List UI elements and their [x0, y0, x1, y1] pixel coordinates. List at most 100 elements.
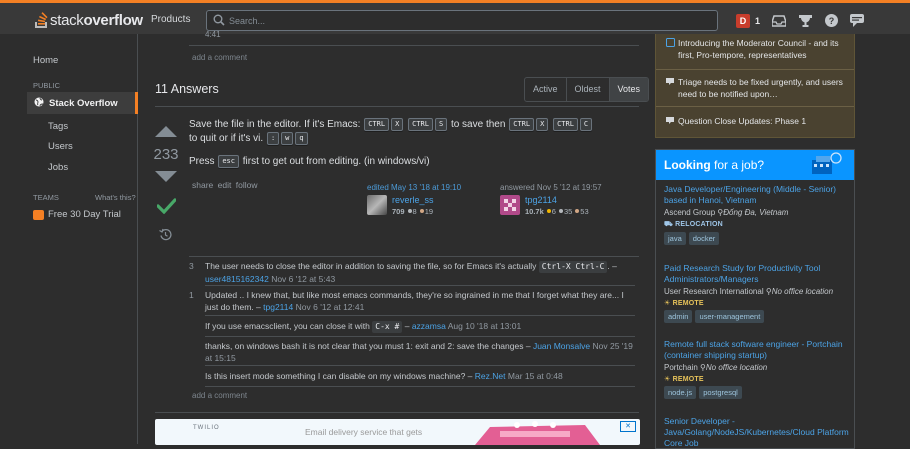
nav-stack-overflow[interactable]: Stack Overflow: [27, 92, 138, 114]
job-listing[interactable]: Java Developer/Engineering (Middle - Sen…: [664, 184, 849, 245]
comment-body: Updated .. I knew that, but like most em…: [205, 289, 635, 313]
kbd-key: w: [281, 132, 294, 145]
inbox-icon[interactable]: [772, 14, 787, 28]
job-company: Ascend Group ⚲Đống Đa, Vietnam: [664, 208, 849, 217]
divider: [189, 45, 639, 46]
job-tag[interactable]: java: [664, 232, 686, 245]
edit-link[interactable]: edit: [218, 180, 232, 190]
job-tag[interactable]: node.js: [664, 386, 697, 399]
site-logo[interactable]: stackoverflow: [34, 9, 143, 31]
divider: [205, 386, 635, 387]
products-menu[interactable]: Products: [143, 7, 198, 33]
meta-post-item[interactable]: Question Close Updates: Phase 1: [666, 115, 848, 128]
share-link[interactable]: share: [192, 180, 213, 190]
editor-name[interactable]: reverle_ss: [392, 195, 434, 205]
comment-date[interactable]: Mar 15 at 0:48: [508, 371, 563, 381]
comment-date[interactable]: Aug 10 '18 at 13:01: [448, 321, 521, 331]
search-input[interactable]: [229, 14, 709, 28]
user-reputation[interactable]: 1: [755, 16, 760, 26]
logo-text: stackoverflow: [50, 12, 143, 29]
site-switcher-icon[interactable]: [850, 14, 865, 28]
nav-free-trial[interactable]: Free 30 Day Trial: [33, 209, 121, 220]
meta-se-icon: [666, 77, 678, 100]
silver-badge-icon: [407, 209, 412, 213]
job-listing[interactable]: Paid Research Study for Productivity Too…: [664, 263, 849, 323]
answers-count-heading: 11 Answers: [155, 82, 219, 96]
comment-separator: –: [402, 321, 410, 331]
ad-text: Email delivery service that gets: [305, 427, 423, 437]
comment-text: The user needs to close the editor in ad…: [205, 261, 537, 271]
job-tags: admin user-management: [664, 310, 849, 323]
kbd-key: C: [579, 118, 593, 131]
nav-teams-heading: TEAMS: [33, 193, 59, 202]
briefcase-icon: [33, 209, 44, 220]
job-title[interactable]: Remote full stack software engineer - Po…: [664, 339, 849, 361]
user-avatar[interactable]: D: [736, 13, 750, 28]
nav-tags[interactable]: Tags: [48, 121, 68, 132]
job-listing[interactable]: Remote full stack software engineer - Po…: [664, 339, 849, 399]
job-company-name: Ascend Group: [664, 208, 716, 217]
gold-badge-icon: [546, 209, 551, 213]
answer-body-line3: Press esc first to get out from editing.…: [189, 155, 430, 169]
advertisement-banner[interactable]: TWILIO Email delivery service that gets …: [155, 419, 640, 445]
job-perk: ☀ REMOTE: [664, 375, 849, 383]
nav-stack-overflow-label: Stack Overflow: [49, 97, 118, 109]
follow-link[interactable]: follow: [236, 180, 258, 190]
job-tag[interactable]: docker: [688, 232, 720, 245]
author-name[interactable]: tpg2114: [525, 195, 589, 205]
kbd-key: X: [536, 118, 549, 131]
job-perk: ⛟ RELOCATION: [664, 220, 849, 229]
teams-whats-this-link[interactable]: What's this?: [95, 193, 136, 202]
meta-post-item[interactable]: Triage needs to be fixed urgently, and u…: [666, 76, 848, 100]
upvote-button[interactable]: [155, 126, 177, 137]
divider: [155, 412, 639, 413]
search-box[interactable]: [206, 10, 718, 31]
job-perk-label: RELOCATION: [675, 221, 723, 228]
comment-user-link[interactable]: Rez.Net: [475, 371, 506, 381]
nav-jobs[interactable]: Jobs: [48, 162, 68, 173]
job-tag[interactable]: postgresql: [699, 386, 742, 399]
help-icon[interactable]: ?: [824, 14, 838, 28]
comment-date[interactable]: Nov 6 '12 at 5:43: [271, 274, 335, 284]
comment-date[interactable]: Nov 6 '12 at 12:41: [296, 302, 365, 312]
nav-users[interactable]: Users: [48, 141, 73, 152]
meta-post-title: Introducing the Moderator Council - and …: [678, 38, 839, 60]
nav-home[interactable]: Home: [33, 55, 58, 66]
answer-add-comment-link[interactable]: add a comment: [192, 391, 247, 400]
comment-user-link[interactable]: tpg2114: [263, 302, 293, 312]
editor-avatar[interactable]: [367, 195, 387, 215]
author-card: tpg2114 10.7k 6 35 53: [500, 195, 589, 216]
job-title[interactable]: Senior Developer - Java/Golang/NodeJS/Ku…: [664, 416, 849, 449]
sort-tab-active[interactable]: Active: [525, 78, 567, 101]
comment-separator: . –: [607, 261, 617, 271]
comment-user-link[interactable]: azzamsa: [412, 321, 446, 331]
edited-timestamp-link[interactable]: edited May 13 '18 at 19:10: [367, 183, 461, 192]
author-bronze-count: 53: [580, 207, 589, 216]
question-add-comment-link[interactable]: add a comment: [192, 53, 247, 62]
nav-free-trial-label: Free 30 Day Trial: [48, 209, 121, 220]
job-tags: node.js postgresql: [664, 386, 849, 399]
comment-user-link[interactable]: Juan Monsalve: [533, 341, 590, 351]
job-title[interactable]: Java Developer/Engineering (Middle - Sen…: [664, 184, 849, 206]
job-listing[interactable]: Senior Developer - Java/Golang/NodeJS/Ku…: [664, 416, 849, 449]
kbd-key: CTRL: [364, 118, 390, 131]
left-sidebar: Home PUBLIC Stack Overflow Tags Users Jo…: [0, 34, 138, 444]
author-avatar[interactable]: [500, 195, 520, 215]
job-perk-label: REMOTE: [672, 376, 704, 383]
meta-post-item[interactable]: Introducing the Moderator Council - and …: [666, 37, 848, 61]
comment-body: thanks, on windows bash it is not clear …: [205, 340, 635, 364]
comment-user-link[interactable]: user4815162342: [205, 274, 269, 284]
author-silver-count: 35: [563, 207, 573, 216]
history-icon[interactable]: [159, 228, 172, 241]
ad-choices-icon[interactable]: ✕: [620, 421, 636, 432]
job-tag[interactable]: admin: [664, 310, 693, 323]
comment-code: Ctrl-X Ctrl-C: [538, 261, 608, 273]
job-tag[interactable]: user-management: [695, 310, 765, 323]
downvote-button[interactable]: [155, 171, 177, 182]
job-title[interactable]: Paid Research Study for Productivity Too…: [664, 263, 849, 285]
achievements-icon[interactable]: [798, 14, 812, 28]
ad-illustration: [475, 421, 600, 445]
sort-tab-votes[interactable]: Votes: [609, 78, 649, 101]
comment-score: 3: [189, 261, 194, 271]
sort-tab-oldest[interactable]: Oldest: [567, 78, 610, 101]
